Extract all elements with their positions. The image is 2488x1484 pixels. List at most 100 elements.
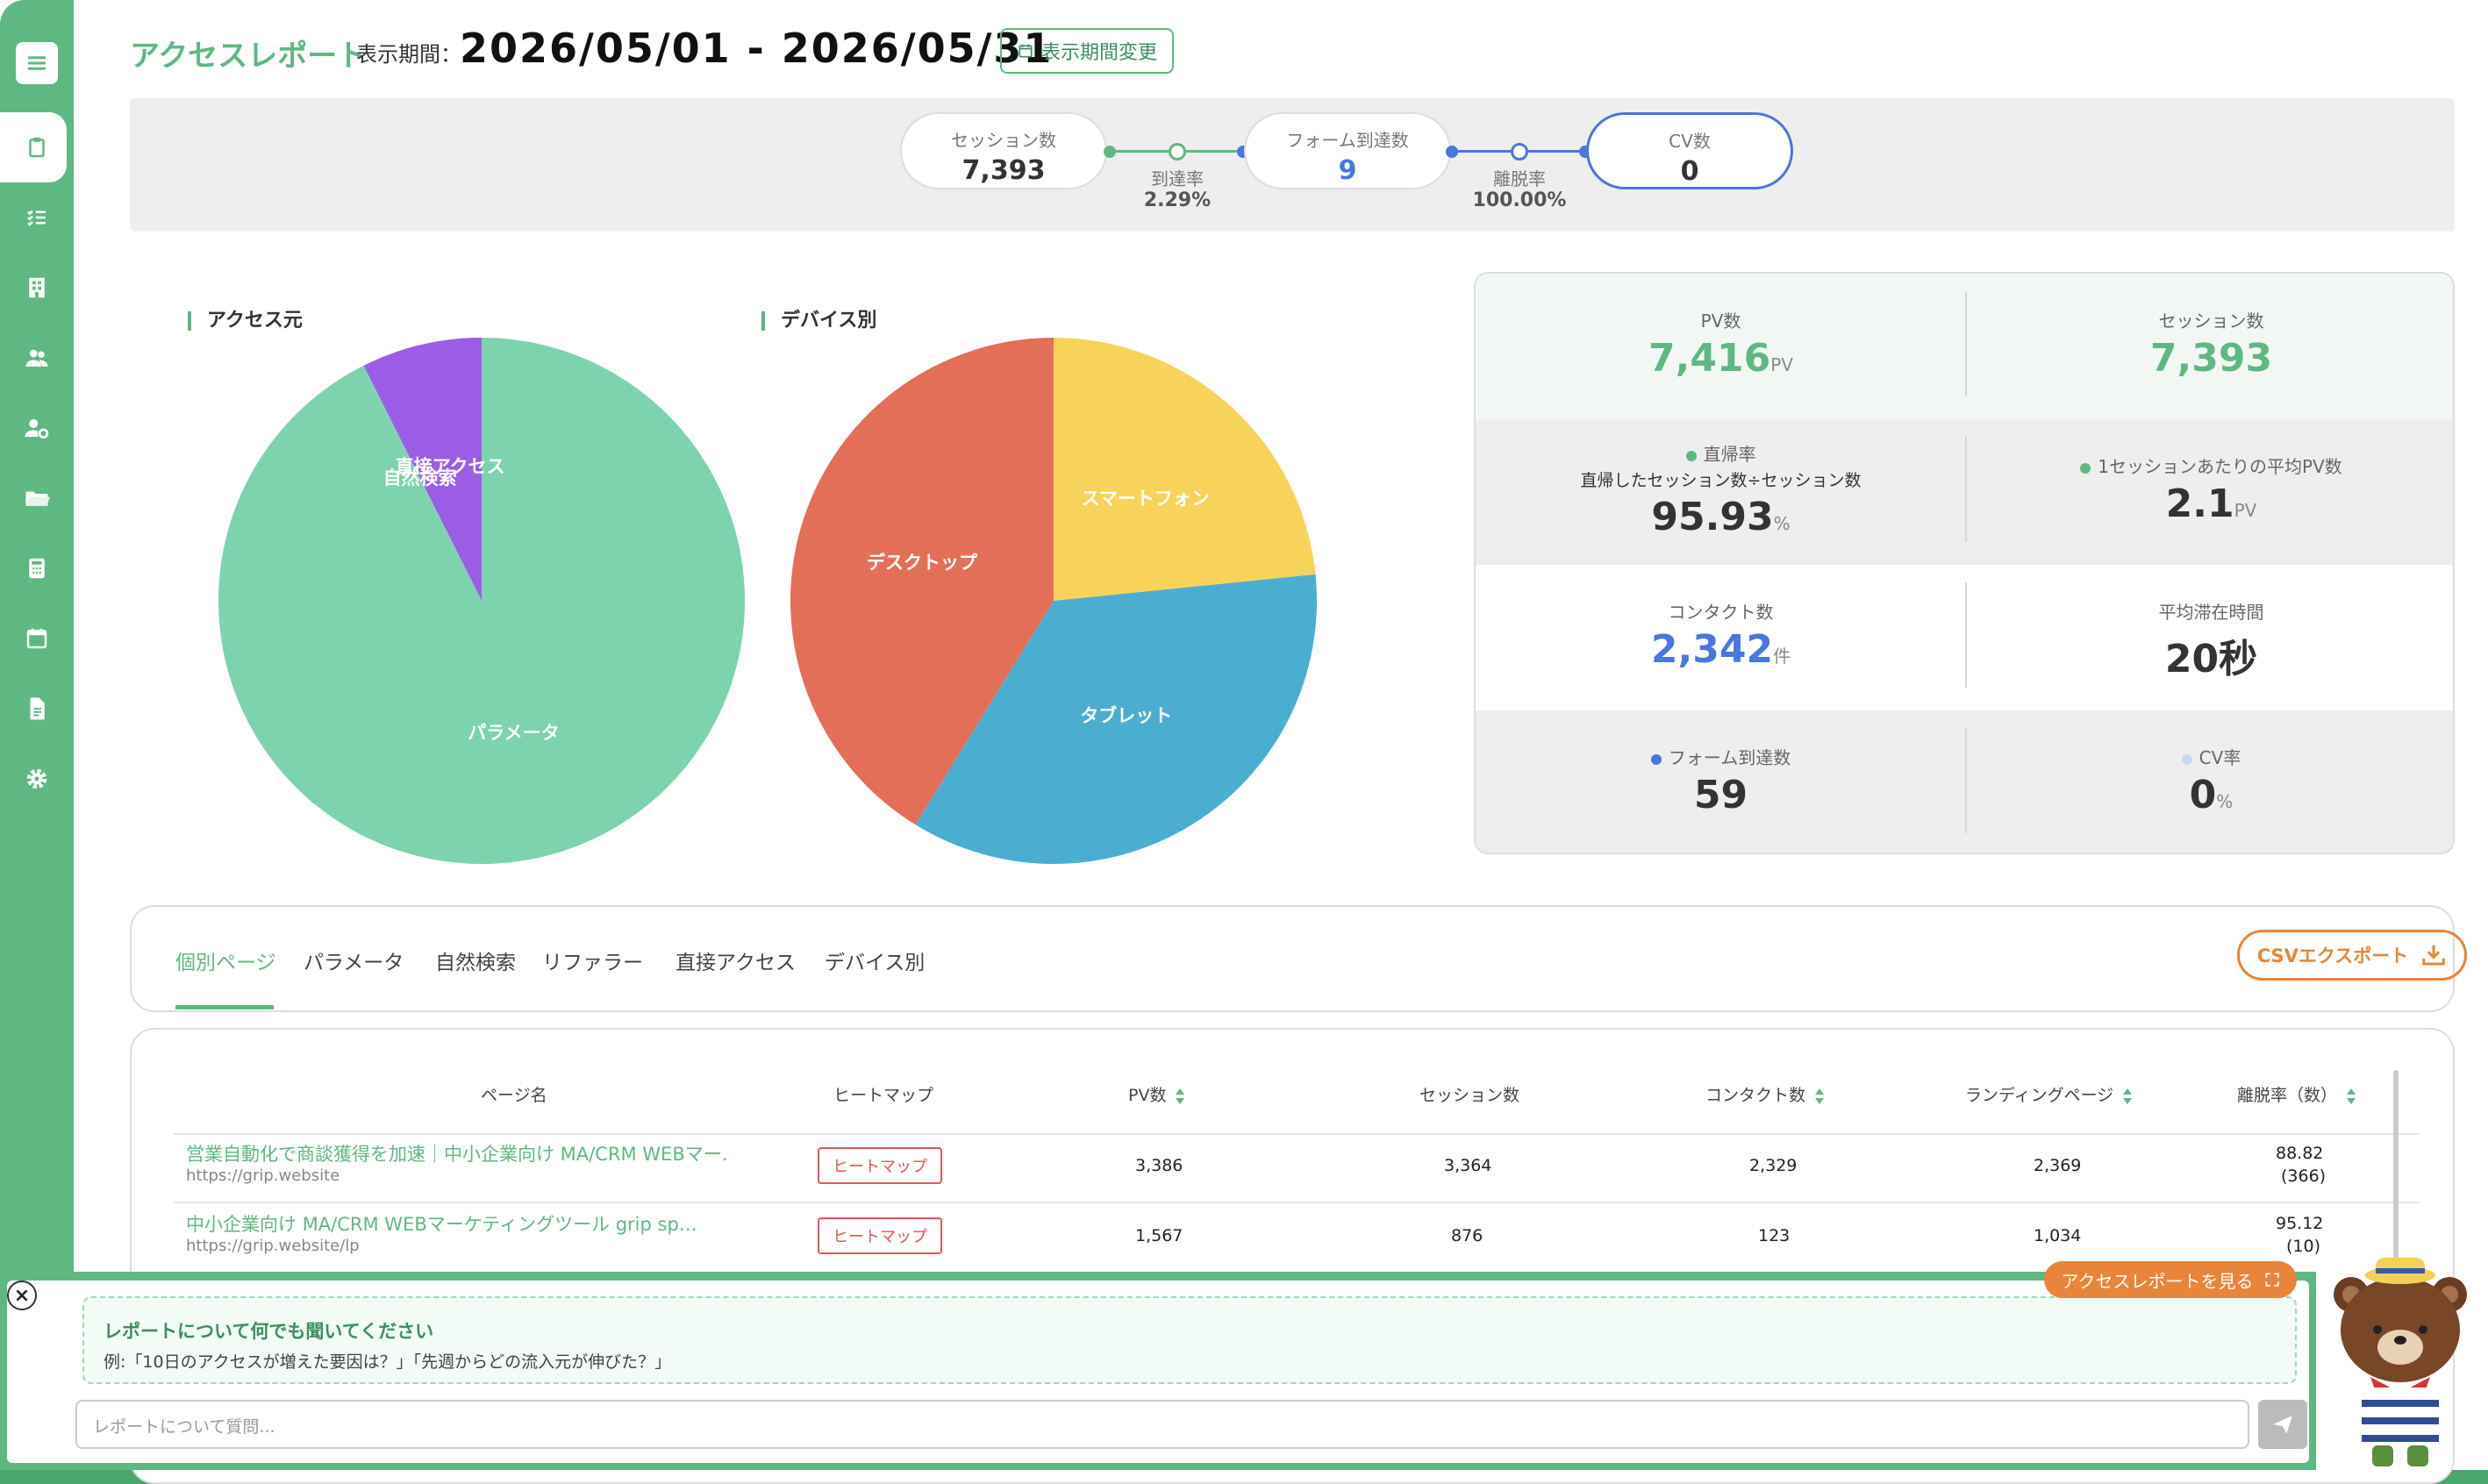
stat-avg-time: 平均滞在時間 20秒: [1966, 565, 2453, 710]
document-icon[interactable]: [16, 688, 58, 730]
funnel-form-reach: フォーム到達数 9: [1244, 112, 1451, 189]
sort-icon: [2123, 1088, 2133, 1104]
stat-bounce-label: 直帰率: [1703, 444, 1756, 465]
row-page-name-link[interactable]: 営業自動化で商談獲得を加速｜中小企業向け MA/CRM WEBマー…: [186, 1140, 730, 1167]
stat-cv-rate-label: CV率: [2198, 747, 2241, 768]
col-header-page-name: ページ名: [481, 1086, 547, 1105]
checklist-icon[interactable]: [16, 196, 58, 239]
active-tab-underline: [175, 1005, 274, 1010]
row-page-url: https://grip.website: [186, 1167, 340, 1185]
change-period-button[interactable]: 表示期間変更: [1000, 28, 1174, 74]
period-value: 2026/05/01 - 2026/05/31: [460, 25, 1054, 72]
close-chat-button[interactable]: ×: [7, 1281, 37, 1310]
stat-bounce: 直帰率 直帰したセッション数÷セッション数 95.93%: [1476, 419, 1966, 565]
device-title: デバイス別: [761, 311, 876, 331]
tab-device[interactable]: デバイス別: [825, 945, 925, 975]
tab-referrer[interactable]: リファラー: [542, 945, 643, 975]
funnel-reach-marker: [1169, 143, 1186, 161]
table-scrollbar[interactable]: [2393, 1070, 2399, 1263]
funnel-cv: CV数 0: [1586, 112, 1793, 189]
device-slice[interactable]: [1054, 338, 1316, 601]
sort-icon: [1176, 1088, 1185, 1104]
device-slice-label: スマートフォン: [1081, 488, 1209, 509]
device-slice-label: タブレット: [1080, 705, 1172, 726]
row-landing: 1,034: [2034, 1226, 2082, 1245]
funnel-form-reach-label: フォーム到達数: [1286, 130, 1409, 151]
col-header-landing-label: ランディングページ: [1965, 1086, 2114, 1105]
row-page-name-link[interactable]: 中小企業向け MA/CRM WEBマーケティングツール grip sp…: [186, 1210, 730, 1237]
menu-icon[interactable]: [16, 42, 58, 84]
funnel-sessions-value: 7,393: [962, 155, 1046, 186]
row-sessions: 3,364: [1444, 1156, 1492, 1175]
tab-individual-pages[interactable]: 個別ページ: [175, 945, 276, 975]
main-content: アクセスレポート 表示期間： 2026/05/01 - 2026/05/31 表…: [74, 0, 2488, 1484]
stat-avg-time-label: 平均滞在時間: [2158, 602, 2264, 623]
funnel-bar: セッション数 7,393 到達率 2.29% フォーム到達数 9 離脱率 100…: [130, 98, 2455, 232]
stat-bounce-value: 95.93: [1651, 495, 1774, 539]
funnel-exit-marker: [1511, 143, 1528, 161]
device-pie-chart: スマートフォンタブレット デスクトップ: [790, 338, 1317, 864]
funnel-form-reach-value: 9: [1338, 155, 1357, 186]
row-pv: 3,386: [1135, 1156, 1183, 1175]
stat-avg-pv-unit: PV: [2234, 500, 2257, 521]
calculator-icon[interactable]: [16, 547, 58, 589]
report-tabs: 個別ページ パラメータ 自然検索 リファラー 直接アクセス デバイス別 CSVエ…: [130, 905, 2467, 1012]
funnel-cv-value: 0: [1680, 156, 1699, 187]
stat-form-reach-label: フォーム到達数: [1668, 747, 1791, 768]
status-dot: [2181, 753, 2192, 765]
change-period-label: 表示期間変更: [1040, 42, 1157, 64]
status-dot: [1685, 450, 1697, 461]
tab-direct-access[interactable]: 直接アクセス: [676, 945, 796, 975]
stat-pv-unit: PV: [1770, 354, 1793, 375]
status-dot: [1650, 753, 1662, 765]
folder-icon[interactable]: [16, 477, 58, 519]
device-slice-label: デスクトップ: [867, 552, 978, 573]
col-header-heatmap: ヒートマップ: [833, 1086, 934, 1105]
access-source-pie-chart: パラメータ自然検索直接アクセス: [218, 338, 746, 865]
tab-organic-search[interactable]: 自然検索: [435, 945, 516, 975]
stat-avg-pv: 1セッションあたりの平均PV数 2.1PV: [1966, 419, 2453, 565]
tab-parameters[interactable]: パラメータ: [304, 945, 404, 975]
funnel-cv-label: CV数: [1669, 131, 1711, 152]
building-icon[interactable]: [16, 267, 58, 309]
heatmap-button[interactable]: ヒートマップ: [818, 1217, 942, 1254]
calendar-icon[interactable]: [16, 617, 58, 660]
sort-icon: [2347, 1088, 2356, 1104]
clipboard-icon[interactable]: [16, 126, 58, 168]
users-icon[interactable]: [16, 337, 58, 379]
col-header-sessions: セッション数: [1419, 1086, 1520, 1105]
row-divider: [174, 1202, 2420, 1203]
period-label: 表示期間：: [356, 42, 461, 67]
chat-hint-example: 例:「10日のアクセスが増えた要因は？」「先週からどの流入元が伸びた？」: [104, 1352, 672, 1372]
chat-input[interactable]: レポートについて質問...: [75, 1400, 2249, 1449]
user-settings-icon[interactable]: [16, 407, 58, 449]
reach-rate-label: 到達率: [1151, 168, 1204, 189]
row-sessions: 876: [1451, 1226, 1484, 1245]
view-access-report-button[interactable]: アクセスレポートを見る: [2044, 1261, 2297, 1298]
row-landing: 2,369: [2034, 1156, 2082, 1175]
app-window: アクセスレポート 表示期間： 2026/05/01 - 2026/05/31 表…: [0, 0, 2488, 1484]
col-header-contacts[interactable]: コンタクト数: [1705, 1082, 1825, 1106]
access-source-slice-label: パラメータ: [468, 723, 559, 744]
download-icon: [2422, 945, 2446, 966]
stat-pv-value: 7,416: [1648, 336, 1771, 381]
csv-export-button[interactable]: CSVエクスポート: [2237, 930, 2467, 981]
sidebar: [0, 0, 74, 1470]
stat-avg-time-value: 20秒: [2164, 637, 2258, 681]
col-header-contacts-label: コンタクト数: [1705, 1086, 1806, 1105]
stat-avg-pv-value: 2.1: [2165, 482, 2234, 526]
sort-icon: [1815, 1088, 1825, 1104]
csv-export-label: CSVエクスポート: [2256, 945, 2409, 967]
access-source-slice[interactable]: [218, 338, 746, 865]
col-header-landing[interactable]: ランディングページ: [1965, 1082, 2133, 1106]
stat-avg-pv-label: 1セッションあたりの平均PV数: [2098, 456, 2342, 477]
col-header-pv[interactable]: PV数: [1128, 1082, 1185, 1106]
bear-mascot-illustration: [2334, 1258, 2467, 1466]
view-access-report-label: アクセスレポートを見る: [2061, 1270, 2254, 1292]
stat-contacts-value: 2,342: [1650, 627, 1774, 672]
row-exit-count: (366): [2281, 1167, 2327, 1186]
send-button[interactable]: [2258, 1400, 2307, 1449]
heatmap-button[interactable]: ヒートマップ: [818, 1147, 942, 1184]
col-header-exit-rate[interactable]: 離脱率（数）: [2237, 1082, 2356, 1106]
gear-icon[interactable]: [16, 758, 58, 800]
